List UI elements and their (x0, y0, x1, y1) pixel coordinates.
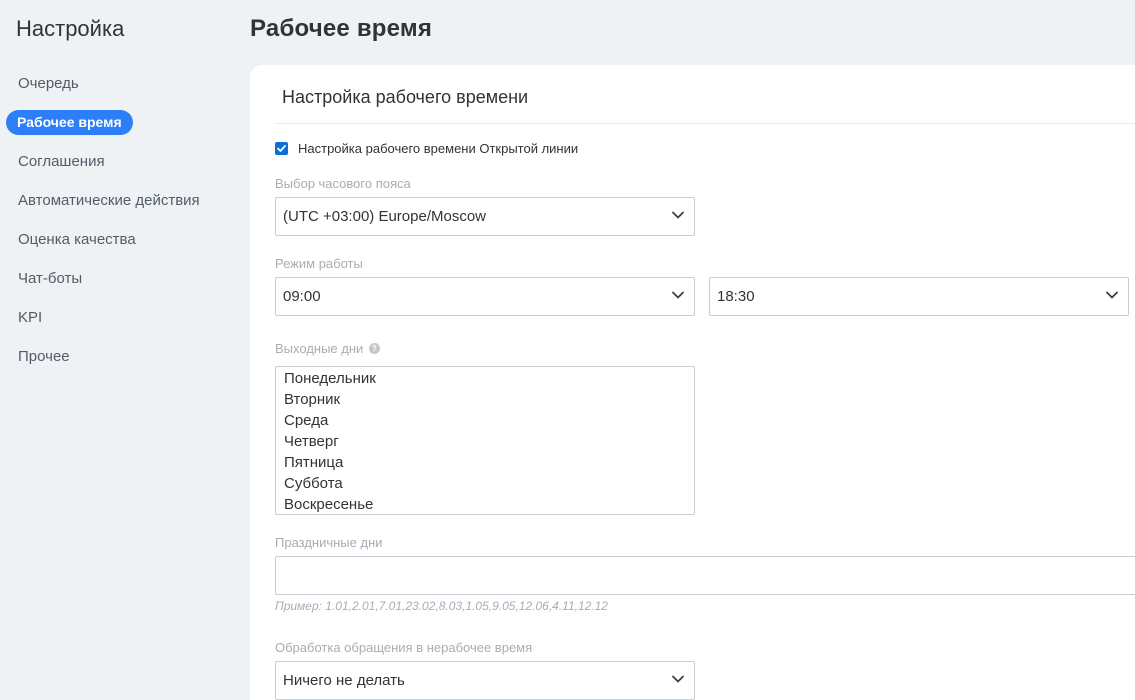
sidebar-item-chatbots[interactable]: Чат-боты (18, 270, 82, 287)
chevron-down-icon (672, 211, 684, 219)
days-off-option[interactable]: Вторник (276, 389, 694, 410)
days-off-option[interactable]: Суббота (276, 473, 694, 494)
chevron-down-icon (672, 291, 684, 299)
check-icon (277, 145, 286, 152)
sidebar-item-kpi[interactable]: KPI (18, 309, 42, 326)
panel-header: Настройка рабочего времени (282, 87, 529, 107)
chevron-down-icon (1106, 291, 1118, 299)
work-end-value: 18:30 (717, 288, 755, 305)
enable-working-time-checkbox[interactable] (275, 142, 288, 155)
timezone-value: (UTC +03:00) Europe/Moscow (283, 208, 486, 225)
enable-working-time-label[interactable]: Настройка рабочего времени Открытой лини… (298, 141, 578, 156)
timezone-select[interactable]: (UTC +03:00) Europe/Moscow (275, 197, 695, 236)
holidays-hint: Пример: 1.01,2.01,7.01,23.02,8.03,1.05,9… (275, 599, 608, 613)
off-hours-select[interactable]: Ничего не делать (275, 661, 695, 700)
sidebar-item-other[interactable]: Прочее (18, 348, 70, 365)
work-mode-label: Режим работы (275, 256, 363, 271)
sidebar-item-automatic-actions[interactable]: Автоматические действия (18, 192, 200, 209)
days-off-option[interactable]: Воскресенье (276, 494, 694, 515)
work-start-select[interactable]: 09:00 (275, 277, 695, 316)
off-hours-value: Ничего не делать (283, 672, 405, 689)
work-start-value: 09:00 (283, 288, 321, 305)
holidays-label: Праздничные дни (275, 535, 383, 550)
timezone-label: Выбор часового пояса (275, 176, 411, 191)
sidebar-item-queue[interactable]: Очередь (18, 75, 79, 92)
days-off-option[interactable]: Пятница (276, 452, 694, 473)
sidebar-title: Настройка (16, 16, 125, 41)
sidebar-item-agreements[interactable]: Соглашения (18, 153, 105, 170)
days-off-label: Выходные дни (275, 341, 364, 356)
page-title: Рабочее время (250, 15, 433, 42)
sidebar-item-working-time[interactable]: Рабочее время (6, 110, 133, 135)
days-off-listbox[interactable]: Понедельник Вторник Среда Четверг Пятниц… (275, 366, 695, 515)
days-off-option[interactable]: Понедельник (276, 368, 694, 389)
work-end-select[interactable]: 18:30 (709, 277, 1129, 316)
days-off-option[interactable]: Среда (276, 410, 694, 431)
divider (275, 123, 1135, 124)
days-off-option[interactable]: Четверг (276, 431, 694, 452)
holidays-input[interactable] (275, 556, 1135, 595)
sidebar-item-quality-rating[interactable]: Оценка качества (18, 231, 136, 248)
help-icon[interactable]: ? (369, 343, 380, 354)
off-hours-label: Обработка обращения в нерабочее время (275, 640, 533, 655)
settings-panel: Настройка рабочего времени Настройка раб… (250, 65, 1135, 700)
chevron-down-icon (672, 675, 684, 683)
